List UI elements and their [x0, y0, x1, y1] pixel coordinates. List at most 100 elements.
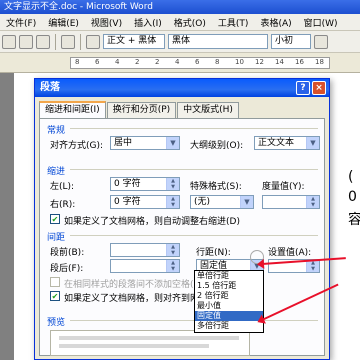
special-format-label: 特殊格式(S):	[190, 182, 242, 192]
help-button[interactable]: ?	[296, 81, 310, 95]
right-indent-spinner[interactable]: 0 字符 ▲ ▼	[110, 195, 180, 209]
ruler-number: 8	[75, 58, 80, 66]
auto-right-indent-checkbox[interactable]: ✔	[50, 214, 60, 224]
tab-asian-typography[interactable]: 中文版式(H)	[177, 102, 239, 118]
print-icon[interactable]	[36, 34, 50, 49]
no-space-same-style-label: 在相同样式的段落间不添加空格(C)	[64, 280, 204, 290]
menu-table[interactable]: 表格(A)	[254, 16, 297, 29]
indent-by-label: 度量值(Y):	[262, 182, 305, 192]
line-spacing-option[interactable]: 1.5 倍行距	[195, 281, 263, 291]
spin-arrows-icon[interactable]: ▲ ▼	[166, 260, 179, 272]
ruler-number: 14	[275, 58, 284, 66]
ruler-number: 4	[115, 58, 120, 66]
toolbar-separator	[55, 33, 56, 50]
style-pane-icon[interactable]	[86, 34, 100, 49]
tab-line-page-breaks[interactable]: 换行和分页(P)	[106, 102, 177, 118]
line-spacing-option[interactable]: 固定值	[195, 311, 263, 321]
line-spacing-dropdown: 单倍行距 1.5 倍行距 2 倍行距 最小值 固定值 多倍行距	[194, 270, 264, 333]
menu-format[interactable]: 格式(O)	[168, 16, 212, 29]
ruler-number: 2	[135, 58, 140, 66]
tab-panel: 常规 对齐方式(G): 居中 ▼ 大纲级别(O): 正文文本 ▼ 缩进 左(L)…	[39, 118, 325, 356]
spacing-at-label: 设置值(A):	[268, 248, 312, 258]
divider	[70, 235, 318, 236]
save-icon[interactable]	[19, 34, 33, 49]
space-before-spinner[interactable]: ▲ ▼	[110, 243, 180, 257]
document-text: 0	[348, 189, 357, 205]
divider	[70, 128, 318, 129]
menu-view[interactable]: 视图(V)	[85, 16, 128, 29]
font-combo[interactable]: 黑体	[168, 34, 268, 49]
space-after-label: 段后(F):	[50, 264, 84, 274]
font-size-combo[interactable]: 小初	[271, 34, 311, 49]
line-spacing-option[interactable]: 2 倍行距	[195, 291, 263, 301]
ruler-number: 6	[195, 58, 200, 66]
preview-text-line	[59, 336, 239, 340]
right-indent-value: 0 字符	[114, 197, 141, 207]
undo-icon[interactable]	[61, 34, 75, 49]
ruler-number: 6	[95, 58, 100, 66]
chevron-down-icon: ▼	[166, 137, 179, 149]
standard-toolbar: 正文 + 黑体 黑体 小初	[0, 31, 360, 53]
ruler-strip: 8 6 4 2 2 4 6 8 10 12 14 16 18	[70, 57, 330, 69]
menu-file[interactable]: 文件(F)	[0, 16, 42, 29]
left-indent-spinner[interactable]: 0 字符 ▲ ▼	[110, 177, 180, 191]
section-spacing-title: 间距	[47, 233, 66, 243]
tab-indent-spacing[interactable]: 缩进和间距(I)	[39, 101, 106, 118]
special-format-value: (无)	[194, 197, 211, 207]
spin-arrows-icon[interactable]: ▲ ▼	[166, 196, 179, 208]
menu-window[interactable]: 窗口(W)	[298, 16, 344, 29]
document-text: 容	[348, 212, 360, 228]
spin-arrows-icon[interactable]: ▲ ▼	[166, 178, 179, 190]
window-title: 文字显示不全.doc - Microsoft Word	[0, 0, 360, 14]
open-icon[interactable]	[2, 34, 16, 49]
ruler-number: 8	[215, 58, 220, 66]
ruler-number: 12	[255, 58, 264, 66]
space-after-spinner[interactable]: ▲ ▼	[110, 259, 180, 273]
space-before-label: 段前(B):	[50, 248, 85, 258]
no-space-same-style-checkbox[interactable]	[50, 277, 60, 287]
spin-arrows-icon[interactable]: ▲ ▼	[166, 244, 179, 256]
ruler-number: 2	[155, 58, 160, 66]
outline-level-select[interactable]: 正文文本 ▼	[254, 136, 320, 150]
special-format-select[interactable]: (无) ▼	[190, 195, 254, 209]
section-preview-title: 预览	[47, 318, 66, 328]
outline-level-value: 正文文本	[258, 138, 295, 148]
chevron-down-icon: ▼	[306, 137, 319, 149]
ruler-number: 10	[235, 58, 244, 66]
ruler-number: 18	[315, 58, 324, 66]
line-spacing-label: 行距(N):	[196, 248, 231, 258]
preview-text-line	[59, 344, 209, 348]
snap-to-grid-checkbox[interactable]: ✔	[50, 291, 60, 301]
dialog-titlebar: 段落 ? ×	[35, 79, 329, 97]
alignment-value: 居中	[114, 138, 133, 148]
menu-bar: 文件(F) 编辑(E) 视图(V) 插入(I) 格式(O) 工具(T) 表格(A…	[0, 14, 360, 31]
line-spacing-option[interactable]: 多倍行距	[195, 321, 263, 331]
bold-icon[interactable]	[314, 34, 328, 49]
close-button[interactable]: ×	[312, 81, 326, 95]
paragraph-preview	[50, 330, 250, 356]
dialog-title: 段落	[40, 82, 60, 93]
spin-arrows-icon[interactable]: ▲ ▼	[306, 260, 319, 272]
divider	[70, 169, 318, 170]
menu-edit[interactable]: 编辑(E)	[42, 16, 85, 29]
toolbar-separator	[80, 33, 81, 50]
dialog-tabs: 缩进和间距(I) 换行和分页(P) 中文版式(H)	[39, 101, 240, 118]
chevron-down-icon: ▼	[240, 196, 253, 208]
outline-level-label: 大纲级别(O):	[190, 141, 244, 151]
indent-by-spinner[interactable]: ▲ ▼	[262, 195, 320, 209]
menu-tools[interactable]: 工具(T)	[212, 16, 255, 29]
spin-arrows-icon[interactable]: ▲ ▼	[306, 196, 319, 208]
paragraph-dialog: 段落 ? × 缩进和间距(I) 换行和分页(P) 中文版式(H) 常规 对齐方式…	[34, 78, 330, 360]
left-indent-value: 0 字符	[114, 179, 141, 189]
ruler-number: 4	[175, 58, 180, 66]
line-spacing-option[interactable]: 单倍行距	[195, 271, 263, 281]
menu-insert[interactable]: 插入(I)	[128, 16, 168, 29]
document-text: (	[348, 169, 354, 185]
alignment-select[interactable]: 居中 ▼	[110, 136, 180, 150]
style-combo[interactable]: 正文 + 黑体	[103, 34, 165, 49]
right-indent-label: 右(R):	[50, 200, 76, 210]
alignment-label: 对齐方式(G):	[50, 141, 104, 151]
line-spacing-option[interactable]: 最小值	[195, 301, 263, 311]
auto-right-indent-label: 如果定义了文档网格，则自动调整右缩进(D)	[64, 217, 240, 227]
ruler-number: 16	[295, 58, 304, 66]
